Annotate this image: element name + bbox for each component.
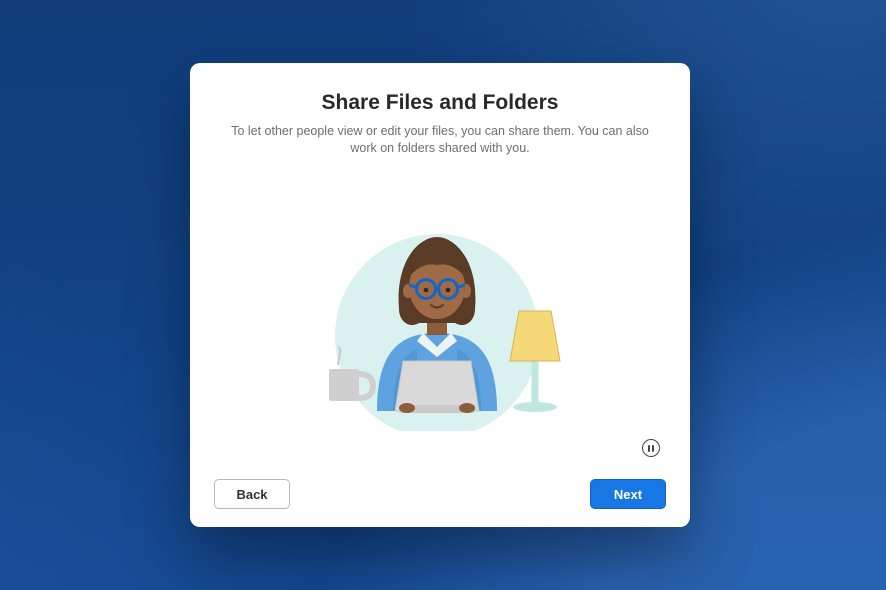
pause-button[interactable] (642, 439, 660, 457)
onboarding-illustration (285, 201, 595, 431)
pause-icon (648, 445, 650, 452)
dialog-subtitle: To let other people view or edit your fi… (214, 123, 666, 157)
next-button[interactable]: Next (590, 479, 666, 509)
back-button[interactable]: Back (214, 479, 290, 509)
dialog-footer: Back Next (214, 479, 666, 509)
pause-icon (652, 445, 654, 452)
illustration-area (214, 157, 666, 475)
dialog-title: Share Files and Folders (214, 91, 666, 115)
onboarding-dialog: Share Files and Folders To let other peo… (190, 63, 690, 527)
